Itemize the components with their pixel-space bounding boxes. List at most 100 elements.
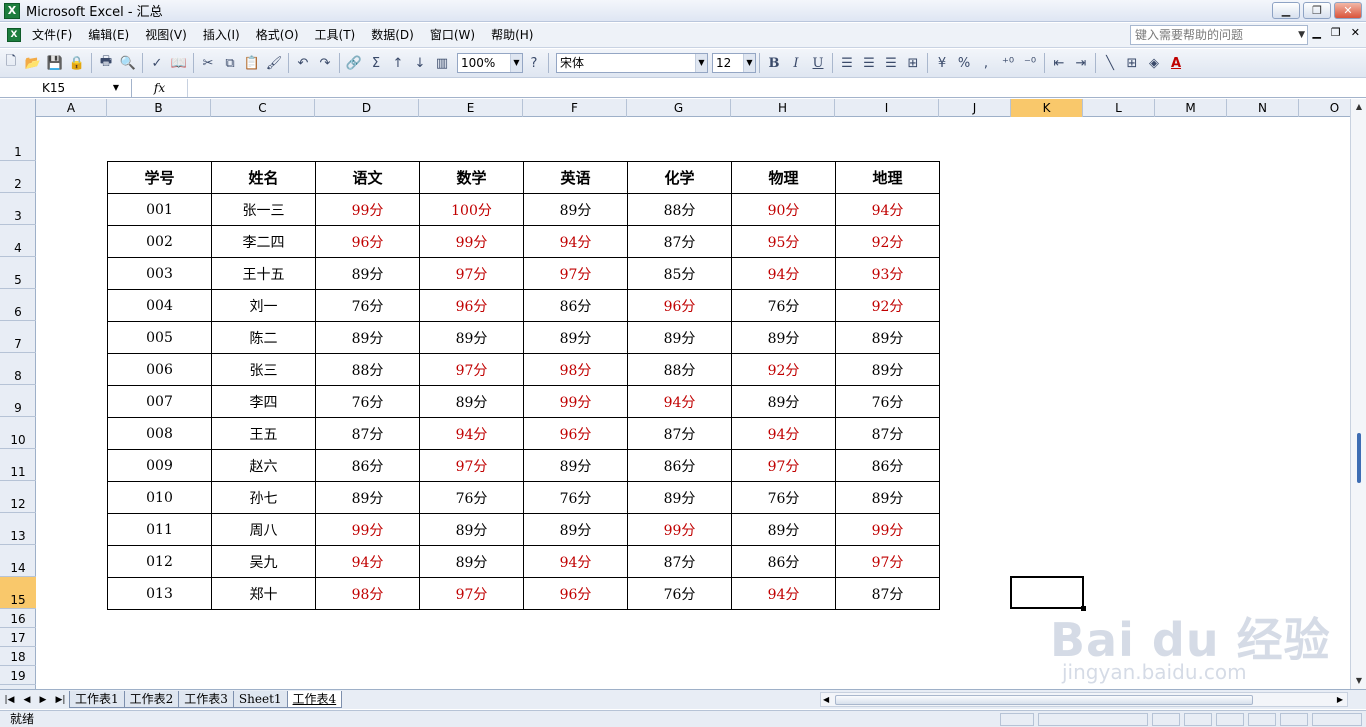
undo-icon[interactable]: ↶	[292, 52, 314, 74]
table-header-cell[interactable]: 数学	[419, 161, 524, 194]
table-cell[interactable]: 张三	[211, 353, 316, 386]
spelling-icon[interactable]: ✓	[146, 52, 168, 74]
table-cell[interactable]: 99分	[523, 385, 628, 418]
bold-button[interactable]: B	[763, 52, 785, 74]
table-cell[interactable]: 89分	[627, 481, 732, 514]
table-cell[interactable]: 99分	[315, 513, 420, 546]
table-cell[interactable]: 88分	[315, 353, 420, 386]
merge-center-icon[interactable]: ⊞	[902, 52, 924, 74]
hyperlink-icon[interactable]: 🔗	[343, 52, 365, 74]
chevron-down-icon[interactable]: ▼	[510, 54, 522, 72]
table-cell[interactable]: 94分	[523, 225, 628, 258]
table-cell[interactable]: 89分	[419, 321, 524, 354]
insert-function-icon[interactable]: fx	[132, 79, 188, 97]
column-header[interactable]: B	[107, 99, 211, 117]
table-cell[interactable]: 王五	[211, 417, 316, 450]
table-cell[interactable]: 89分	[835, 321, 940, 354]
table-header-cell[interactable]: 物理	[731, 161, 836, 194]
cut-icon[interactable]: ✂	[197, 52, 219, 74]
table-cell[interactable]: 013	[107, 577, 212, 610]
currency-icon[interactable]: ¥	[931, 52, 953, 74]
table-header-cell[interactable]: 语文	[315, 161, 420, 194]
increase-indent-icon[interactable]: ⇥	[1070, 52, 1092, 74]
table-cell[interactable]: 98分	[523, 353, 628, 386]
name-box[interactable]: K15 ▼	[0, 79, 132, 97]
first-sheet-icon[interactable]: |◀	[5, 695, 15, 705]
paste-icon[interactable]: 📋	[241, 52, 263, 74]
table-cell[interactable]: 96分	[523, 417, 628, 450]
draw-line-icon[interactable]: ╲	[1099, 52, 1121, 74]
table-cell[interactable]: 86分	[835, 449, 940, 482]
table-cell[interactable]: 97分	[835, 545, 940, 578]
table-cell[interactable]: 97分	[523, 257, 628, 290]
table-cell[interactable]: 99分	[419, 225, 524, 258]
table-cell[interactable]: 006	[107, 353, 212, 386]
row-header[interactable]: 9	[0, 385, 36, 417]
italic-button[interactable]: I	[785, 52, 807, 74]
help-search-input[interactable]: 键入需要帮助的问题 ▼	[1130, 25, 1308, 45]
table-cell[interactable]: 008	[107, 417, 212, 450]
table-cell[interactable]: 009	[107, 449, 212, 482]
table-cell[interactable]: 76分	[523, 481, 628, 514]
next-sheet-icon[interactable]: ▶	[40, 695, 47, 705]
row-header[interactable]: 16	[0, 609, 36, 628]
column-header[interactable]: L	[1083, 99, 1155, 117]
column-header[interactable]: F	[523, 99, 627, 117]
table-cell[interactable]: 011	[107, 513, 212, 546]
table-cell[interactable]: 89分	[835, 353, 940, 386]
column-header[interactable]: M	[1155, 99, 1227, 117]
table-cell[interactable]: 96分	[523, 577, 628, 610]
print-icon[interactable]: 🖶	[95, 52, 117, 74]
table-cell[interactable]: 89分	[419, 545, 524, 578]
table-cell[interactable]: 87分	[627, 545, 732, 578]
table-cell[interactable]: 99分	[835, 513, 940, 546]
table-cell[interactable]: 刘一	[211, 289, 316, 322]
table-cell[interactable]: 93分	[835, 257, 940, 290]
table-cell[interactable]: 87分	[835, 417, 940, 450]
copy-icon[interactable]: ⧉	[219, 52, 241, 74]
scroll-up-icon[interactable]: ▲	[1351, 99, 1366, 115]
table-cell[interactable]: 004	[107, 289, 212, 322]
row-header[interactable]: 5	[0, 257, 36, 289]
table-cell[interactable]: 88分	[627, 353, 732, 386]
table-header-cell[interactable]: 学号	[107, 161, 212, 194]
table-cell[interactable]: 012	[107, 545, 212, 578]
table-cell[interactable]: 89分	[731, 321, 836, 354]
table-cell[interactable]: 周八	[211, 513, 316, 546]
table-cell[interactable]: 89分	[315, 481, 420, 514]
column-header[interactable]: H	[731, 99, 835, 117]
menu-item[interactable]: 帮助(H)	[483, 25, 541, 45]
format-painter-icon[interactable]: 🖌	[263, 52, 285, 74]
align-left-icon[interactable]: ☰	[836, 52, 858, 74]
chart-wizard-icon[interactable]: ▥	[431, 52, 453, 74]
comma-style-button[interactable]: ,	[975, 52, 997, 74]
row-header[interactable]: 17	[0, 628, 36, 647]
print-preview-icon[interactable]: 🔍	[117, 52, 139, 74]
table-cell[interactable]: 张一三	[211, 193, 316, 226]
close-icon[interactable]: ✕	[1334, 2, 1362, 19]
table-cell[interactable]: 76分	[315, 289, 420, 322]
autosum-icon[interactable]: Σ	[365, 52, 387, 74]
open-folder-icon[interactable]: 📂	[22, 52, 44, 74]
table-cell[interactable]: 86分	[731, 545, 836, 578]
minimize-icon[interactable]: ▁	[1272, 2, 1300, 19]
menu-item[interactable]: 数据(D)	[363, 25, 422, 45]
formula-input[interactable]	[188, 79, 1366, 97]
sheet-tab[interactable]: 工作表4	[286, 691, 343, 708]
table-cell[interactable]: 76分	[419, 481, 524, 514]
sheet-tab[interactable]: 工作表3	[178, 691, 234, 708]
column-header[interactable]: N	[1227, 99, 1299, 117]
table-cell[interactable]: 89分	[523, 449, 628, 482]
table-cell[interactable]: 97分	[419, 257, 524, 290]
column-header[interactable]: E	[419, 99, 523, 117]
table-cell[interactable]: 88分	[627, 193, 732, 226]
align-right-icon[interactable]: ☰	[880, 52, 902, 74]
table-cell[interactable]: 89分	[627, 321, 732, 354]
table-cell[interactable]: 005	[107, 321, 212, 354]
column-header[interactable]: I	[835, 99, 939, 117]
workbook-icon[interactable]: X	[4, 25, 24, 45]
table-cell[interactable]: 89分	[315, 321, 420, 354]
table-cell[interactable]: 95分	[731, 225, 836, 258]
row-header[interactable]: 3	[0, 193, 36, 225]
row-header[interactable]: 14	[0, 545, 36, 577]
